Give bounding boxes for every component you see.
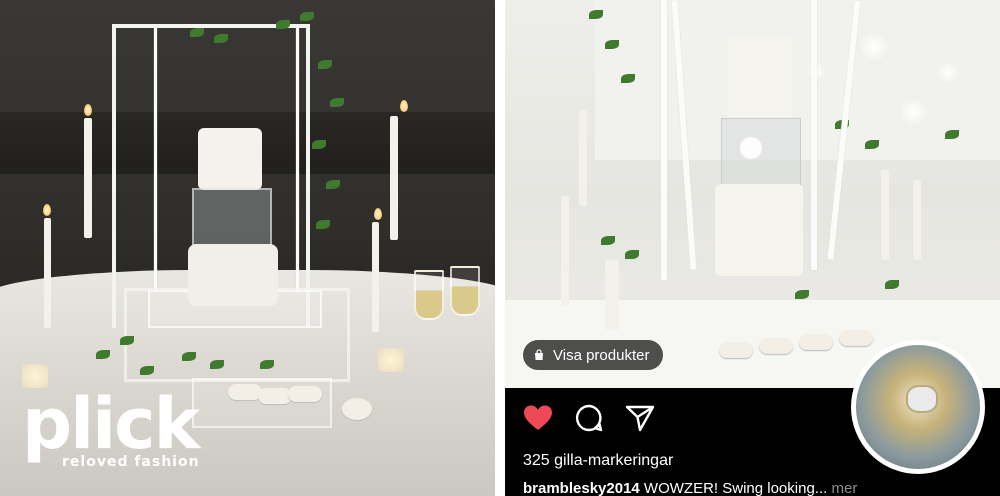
ivy-leaf: [210, 360, 224, 369]
leaf: [625, 250, 639, 259]
heart-icon[interactable]: [523, 404, 553, 432]
shopping-bag-icon: [535, 349, 543, 360]
logo-tagline: reloved fashion: [62, 454, 200, 470]
caption-username[interactable]: bramblesky2014: [523, 480, 640, 496]
leaf: [945, 130, 959, 139]
ivy-leaf: [140, 366, 154, 375]
taper-candle: [372, 222, 379, 332]
post-actions: [523, 404, 655, 432]
macaron: [719, 342, 753, 358]
ivy-leaf: [326, 180, 340, 189]
ivy-leaf: [120, 336, 134, 345]
product-tag-dot[interactable]: [740, 137, 762, 159]
candle-flame: [374, 208, 382, 220]
comment-icon[interactable]: [575, 404, 603, 432]
taper-candle: [44, 218, 51, 328]
macaron: [839, 330, 873, 346]
leaf: [589, 10, 603, 19]
macaron: [759, 338, 793, 354]
cake-top-tier: [198, 128, 262, 190]
ivy-leaf: [182, 352, 196, 361]
cake-bottom-tier: [715, 184, 803, 276]
ivy-leaf: [260, 360, 274, 369]
leaf: [795, 290, 809, 299]
candle-flame: [400, 100, 408, 112]
post-caption: bramblesky2014 WOWZER! Swing looking... …: [523, 480, 857, 496]
leaf: [601, 236, 615, 245]
cake-pop: [228, 384, 262, 400]
cake-pop: [288, 386, 322, 402]
like-count[interactable]: 325 gilla-markeringar: [523, 452, 673, 470]
instagram-post: Visa produkter 325 gilla-markeringar bra…: [505, 0, 1000, 496]
swing-rope-right: [296, 28, 299, 290]
taper-candle: [390, 116, 398, 240]
white-rose: [935, 60, 961, 86]
ivy-leaf: [96, 350, 110, 359]
taper-candle: [84, 118, 92, 238]
cake-top-tier: [727, 36, 793, 122]
left-product-photo: plick reloved fashion: [0, 0, 495, 496]
ivy-leaf: [316, 220, 330, 229]
cake-acrylic-tier: [192, 188, 272, 250]
taper-candle: [881, 170, 889, 260]
logo-wordmark: plick: [22, 383, 200, 465]
ivy-leaf: [300, 12, 314, 21]
taper-candle: [605, 260, 619, 330]
macaron: [342, 398, 372, 420]
view-products-button[interactable]: Visa produkter: [523, 340, 664, 370]
candle-flame: [84, 104, 92, 116]
caption-more-link[interactable]: mer: [831, 480, 857, 496]
white-rose: [857, 30, 891, 64]
ivy-leaf: [330, 98, 344, 107]
cake-pop: [258, 388, 292, 404]
swing-rod: [661, 0, 667, 280]
ivy-leaf: [214, 34, 228, 43]
view-products-label: Visa produkter: [553, 346, 650, 364]
caption-text: WOWZER! Swing looking...: [643, 480, 828, 496]
candle-flame: [43, 204, 51, 216]
leaf: [605, 40, 619, 49]
ivy-leaf: [276, 20, 290, 29]
leaf: [885, 280, 899, 289]
ivy-leaf: [190, 28, 204, 37]
white-rose: [897, 96, 929, 128]
send-icon[interactable]: [625, 404, 655, 432]
ivy-leaf: [312, 140, 326, 149]
taper-candle: [561, 196, 569, 306]
tealight: [378, 348, 404, 372]
leaf: [865, 140, 879, 149]
taper-candle: [579, 110, 587, 206]
macaron: [799, 334, 833, 350]
ivy-leaf: [318, 60, 332, 69]
leaf: [621, 74, 635, 83]
swing-rod: [811, 0, 817, 270]
post-photo[interactable]: Visa produkter: [505, 0, 1000, 388]
cake-bottom-tier: [188, 244, 278, 306]
champagne-glass: [450, 266, 480, 316]
swing-rope-left: [154, 28, 157, 290]
cake-acrylic-tier: [721, 118, 801, 190]
taper-candle: [913, 180, 921, 260]
plick-logo: plick reloved fashion: [22, 383, 200, 470]
product-thumbnail-avatar[interactable]: [851, 340, 985, 474]
thumbnail-object: [906, 385, 938, 413]
champagne-glass: [414, 270, 444, 320]
